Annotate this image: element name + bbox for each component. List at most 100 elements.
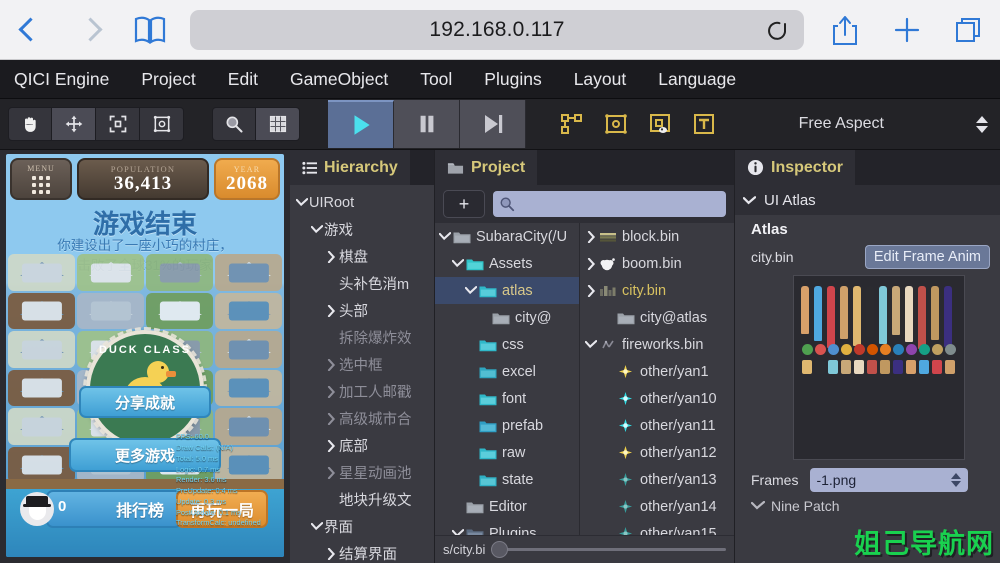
hierarchy-item-5[interactable]: 拆除爆炸效 xyxy=(290,324,434,351)
project-asset-item-9[interactable]: other/yan13 xyxy=(580,466,734,493)
step-button[interactable] xyxy=(460,100,526,148)
project-asset-item-11[interactable]: other/van15 xyxy=(580,520,734,535)
chevron-right-icon[interactable] xyxy=(584,230,598,243)
chevron-down-icon[interactable] xyxy=(294,198,309,207)
chevron-right-icon[interactable] xyxy=(324,304,339,317)
scale-tool-button[interactable] xyxy=(96,107,140,141)
hierarchy-item-2[interactable]: 棋盘 xyxy=(290,243,434,270)
new-tab-button[interactable] xyxy=(876,0,938,60)
tab-hierarchy[interactable]: Hierarchy xyxy=(290,150,410,185)
grid-tool-button[interactable] xyxy=(256,107,300,141)
menu-item-qici-engine[interactable]: QICI Engine xyxy=(0,69,125,90)
pause-button[interactable] xyxy=(394,100,460,148)
project-asset-item-4[interactable]: fireworks.bin xyxy=(580,331,734,358)
chevron-right-icon[interactable] xyxy=(584,257,598,270)
chevron-right-icon[interactable] xyxy=(324,358,339,371)
village-tile[interactable] xyxy=(146,254,213,291)
leaderboard-button[interactable]: 排行榜 xyxy=(46,490,182,528)
chevron-right-icon[interactable] xyxy=(324,547,339,560)
slider-knob[interactable] xyxy=(491,541,509,558)
hierarchy-item-11[interactable]: 地块升级文 xyxy=(290,486,434,513)
share-button[interactable] xyxy=(814,0,876,60)
hierarchy-item-6[interactable]: 选中框 xyxy=(290,351,434,378)
chevron-right-icon[interactable] xyxy=(324,412,339,425)
hierarchy-item-13[interactable]: 结算界面 xyxy=(290,540,434,563)
aspect-selector[interactable]: Free Aspect xyxy=(781,99,1000,150)
address-bar[interactable]: 192.168.0.117 xyxy=(190,9,804,50)
hierarchy-item-3[interactable]: 头补色消m xyxy=(290,270,434,297)
hierarchy-item-7[interactable]: 加工人邮戳 xyxy=(290,378,434,405)
menu-item-edit[interactable]: Edit xyxy=(212,69,274,90)
create-button-button[interactable] xyxy=(638,102,682,146)
hierarchy-item-1[interactable]: 游戏 xyxy=(290,216,434,243)
chevron-down-icon[interactable] xyxy=(464,286,478,295)
create-sprite-button[interactable] xyxy=(594,102,638,146)
village-tile[interactable] xyxy=(215,292,282,329)
ui-atlas-section-header[interactable]: UI Atlas xyxy=(735,185,1000,215)
rect-tool-button[interactable] xyxy=(140,107,184,141)
village-tile[interactable] xyxy=(8,331,75,368)
project-tree-item-10[interactable]: Editor xyxy=(435,493,579,520)
project-tree-item-11[interactable]: Plugins xyxy=(435,520,579,535)
forward-button[interactable] xyxy=(60,0,120,60)
menu-item-tool[interactable]: Tool xyxy=(404,69,468,90)
project-asset-item-2[interactable]: city.bin xyxy=(580,277,734,304)
chevron-down-icon[interactable] xyxy=(584,340,598,349)
reload-icon[interactable] xyxy=(766,18,790,42)
menu-item-language[interactable]: Language xyxy=(642,69,752,90)
hierarchy-item-10[interactable]: 星星动画池 xyxy=(290,459,434,486)
stepper-icon[interactable] xyxy=(951,473,962,487)
hierarchy-item-9[interactable]: 底部 xyxy=(290,432,434,459)
project-tree-item-5[interactable]: excel xyxy=(435,358,579,385)
project-asset-item-0[interactable]: block.bin xyxy=(580,223,734,250)
project-asset-item-10[interactable]: other/yan14 xyxy=(580,493,734,520)
project-asset-list[interactable]: block.bin boom.bin city.bin city@atlas firew… xyxy=(580,223,734,535)
menu-item-gameobject[interactable]: GameObject xyxy=(274,69,404,90)
zoom-tool-button[interactable] xyxy=(212,107,256,141)
game-canvas[interactable]: MENU POPULATION 36,413 YEAR 2068 游戏结束 你建… xyxy=(6,154,284,557)
menu-item-layout[interactable]: Layout xyxy=(558,69,643,90)
village-tile[interactable] xyxy=(215,369,282,406)
village-tile[interactable] xyxy=(77,254,144,291)
chevron-down-icon[interactable] xyxy=(309,225,324,234)
project-asset-item-1[interactable]: boom.bin xyxy=(580,250,734,277)
village-tile[interactable] xyxy=(77,292,144,329)
create-text-button[interactable] xyxy=(682,102,726,146)
chevron-right-icon[interactable] xyxy=(324,385,339,398)
village-tile[interactable] xyxy=(215,254,282,291)
chevron-right-icon[interactable] xyxy=(324,250,339,263)
edit-frame-anim-button[interactable]: Edit Frame Anim xyxy=(864,245,990,269)
village-tile[interactable] xyxy=(8,369,75,406)
project-asset-item-5[interactable]: other/yan1 xyxy=(580,358,734,385)
hierarchy-item-4[interactable]: 头部 xyxy=(290,297,434,324)
village-tile[interactable] xyxy=(8,408,75,445)
hierarchy-item-0[interactable]: UIRoot xyxy=(290,189,434,216)
project-tree-item-4[interactable]: css xyxy=(435,331,579,358)
project-asset-item-7[interactable]: other/yan11 xyxy=(580,412,734,439)
project-tree-item-2[interactable]: atlas xyxy=(435,277,579,304)
village-tile[interactable] xyxy=(8,446,75,483)
menu-item-project[interactable]: Project xyxy=(125,69,211,90)
share-achievement-button[interactable]: 分享成就 xyxy=(79,386,211,418)
village-tile[interactable] xyxy=(215,331,282,368)
add-asset-button[interactable]: + xyxy=(443,190,485,218)
nine-patch-row[interactable]: Nine Patch xyxy=(751,498,990,514)
atlas-preview[interactable] xyxy=(793,275,965,460)
menu-item-plugins[interactable]: Plugins xyxy=(468,69,557,90)
village-tile[interactable] xyxy=(8,254,75,291)
play-button[interactable] xyxy=(328,100,394,148)
project-tree-item-1[interactable]: Assets xyxy=(435,250,579,277)
move-tool-button[interactable] xyxy=(52,107,96,141)
frames-select[interactable]: -1.png xyxy=(810,468,969,492)
chevron-down-icon[interactable] xyxy=(309,522,324,531)
project-zoom-slider[interactable] xyxy=(491,541,726,558)
project-tree-item-7[interactable]: prefab xyxy=(435,412,579,439)
project-tree-item-6[interactable]: font xyxy=(435,385,579,412)
chevron-right-icon[interactable] xyxy=(584,284,598,297)
tabs-button[interactable] xyxy=(938,0,1000,60)
chevron-down-icon[interactable] xyxy=(438,232,452,241)
village-tile[interactable] xyxy=(146,292,213,329)
project-folder-tree[interactable]: SubaraCity(/U Assets atlas city@ css excel fon… xyxy=(435,223,580,535)
hand-tool-button[interactable] xyxy=(8,107,52,141)
hierarchy-tree[interactable]: UIRoot 游戏 棋盘 头补色消m 头部 拆除爆炸效 选中框 加工人邮戳 高级城市合 底部 星星动… xyxy=(290,185,434,563)
